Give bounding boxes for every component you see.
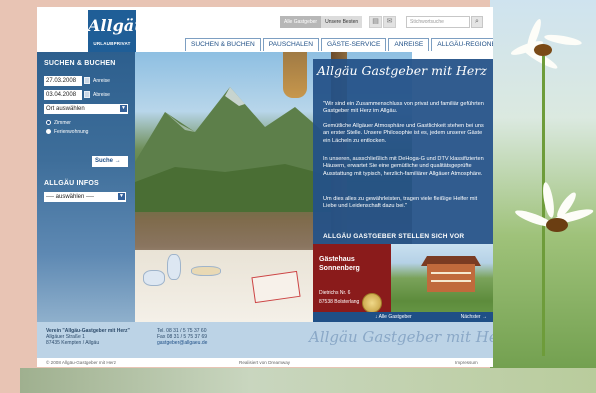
bottom-bar: © 2008 Allgäu-Gastgeber mit Herz Realisi… xyxy=(37,358,493,367)
chevron-down-icon: ▼ xyxy=(118,193,125,200)
allgaeu-logo[interactable]: Allgäu URLAUBPRIVAT xyxy=(88,10,146,52)
info-heading: ALLGÄU INFOS xyxy=(44,180,99,187)
host-pager: ↓ Alle Gastgeber Nächster → xyxy=(313,312,493,322)
footer-contact: Tel. 08 31 / 5 75 37 60 Fax 08 31 / 5 75… xyxy=(157,328,207,346)
featured-host-info: Gästehaus Sonnenberg Dietrichs Nr. 6 875… xyxy=(313,244,391,320)
balcony-row xyxy=(431,272,471,274)
panel-title: Allgäu Gastgeber mit Herz xyxy=(317,63,487,78)
intro-panel: Allgäu Gastgeber mit Herz "Wir sind ein … xyxy=(313,59,493,322)
jar-illustration xyxy=(167,254,181,280)
intro-paragraph-3: In unseren, ausschließlich mit DeHoga-G … xyxy=(323,156,484,177)
logo-subtitle: URLAUBPRIVAT xyxy=(93,41,131,46)
search-sidebar: SUCHEN & BUCHEN 27.03.2008 Anreise 03.04… xyxy=(37,52,135,322)
next-host-label: Nächster xyxy=(460,314,481,320)
chevron-down-icon: ▼ xyxy=(120,105,127,112)
bread-illustration xyxy=(191,266,221,276)
mail-icon[interactable]: ✉ xyxy=(383,16,396,28)
copyright-text: © 2008 Allgäu-Gastgeber mit Herz xyxy=(46,360,117,365)
arrival-date-input[interactable]: 27.03.2008 xyxy=(44,76,82,86)
arrow-right-icon: → xyxy=(114,158,121,164)
balcony-row xyxy=(431,280,471,282)
search-button[interactable]: Suche → xyxy=(92,156,128,167)
keyword-search-input[interactable]: Stichwortsuche xyxy=(406,16,470,28)
all-hosts-label: Alle Gastgeber xyxy=(378,314,412,320)
intro-paragraph-1: "Wir sind ein Zusammenschluss von privat… xyxy=(323,101,484,115)
radio-rooms[interactable] xyxy=(46,120,51,125)
nav-pauschalen[interactable]: PAUSCHALEN xyxy=(262,38,319,51)
arrival-label: Anreise xyxy=(93,78,110,84)
chalet-building xyxy=(427,264,475,292)
featured-host-card[interactable]: Gästehaus Sonnenberg Dietrichs Nr. 6 875… xyxy=(313,244,493,320)
hanging-lamp xyxy=(283,52,307,98)
impressum-link[interactable]: Impressum xyxy=(455,358,478,367)
info-select[interactable]: ---- auswählen ---- ▼ xyxy=(44,192,126,202)
toggle-all-hosts[interactable]: Alle Gastgeber xyxy=(280,16,322,28)
featured-host-name: Gästehaus Sonnenberg xyxy=(319,256,360,272)
search-icon[interactable]: ⌕ xyxy=(471,16,483,28)
daisy-flower-decoration-2 xyxy=(510,172,596,252)
website-frame: Allgäu URLAUBPRIVAT Alle Gastgeber Unser… xyxy=(37,7,493,367)
departure-date-input[interactable]: 03.04.2008 xyxy=(44,90,82,100)
calendar-icon[interactable] xyxy=(84,77,90,84)
place-select-value: Ort auswählen xyxy=(46,106,85,112)
realised-by-link[interactable]: Realisiert von Dreamway xyxy=(239,358,290,367)
search-heading: SUCHEN & BUCHEN xyxy=(44,60,116,67)
all-hosts-link[interactable]: ↓ Alle Gastgeber xyxy=(375,312,412,322)
search-button-label: Suche xyxy=(95,158,114,164)
daisy-flower-decoration xyxy=(500,14,590,356)
toggle-best-hosts[interactable]: Unsere Besten xyxy=(321,16,363,28)
next-host-link[interactable]: Nächster → xyxy=(461,312,487,322)
calendar-icon[interactable] xyxy=(84,91,90,98)
featured-host-photo xyxy=(391,244,493,320)
footer-script-logo: Allgäu Gastgeber mit Herz xyxy=(309,328,493,346)
info-select-value: ---- auswählen ---- xyxy=(46,194,95,200)
quality-seal-icon xyxy=(362,293,382,313)
intro-paragraph-4: Um dies alles zu gewährleisten, tragen v… xyxy=(323,196,478,210)
footer-email-link[interactable]: gastgeber@allgaeu.de xyxy=(157,340,207,346)
radio-holiday-flat-label: Ferienwohnung xyxy=(54,129,89,135)
main-navigation: SUCHEN & BUCHEN PAUSCHALEN GÄSTE-SERVICE… xyxy=(185,38,493,51)
featured-host-city: 87538 Bolsterlang xyxy=(319,299,360,305)
hosts-subheading: ALLGÄU GASTGEBER STELLEN SICH VOR xyxy=(323,233,465,240)
nav-anreise[interactable]: ANREISE xyxy=(388,38,430,51)
radio-holiday-flat[interactable] xyxy=(46,129,51,134)
site-footer: Verein "Allgäu-Gastgeber mit Herz" Allgä… xyxy=(37,322,493,358)
footer-address: Verein "Allgäu-Gastgeber mit Herz" Allgä… xyxy=(46,328,130,346)
background-grass xyxy=(20,368,596,393)
print-icon[interactable]: ▤ xyxy=(369,16,382,28)
footer-city: 87435 Kempten / Allgäu xyxy=(46,340,100,346)
nav-allgaeu-regionen[interactable]: ALLGÄU-REGIONEN xyxy=(431,38,493,51)
radio-rooms-label: Zimmer xyxy=(54,120,71,126)
cup-illustration xyxy=(143,270,165,286)
departure-label: Abreise xyxy=(93,92,110,98)
nav-gaeste-service[interactable]: GÄSTE-SERVICE xyxy=(320,38,387,51)
featured-host-street: Dietrichs Nr. 6 xyxy=(319,290,351,296)
place-select[interactable]: Ort auswählen ▼ xyxy=(44,104,128,114)
intro-paragraph-2: Gemütliche Allgäuer Atmosphäre und Gastl… xyxy=(323,123,484,144)
logo-word: Allgäu xyxy=(88,16,146,35)
host-filter-toggle: Alle Gastgeber Unsere Besten xyxy=(280,16,363,28)
nav-suchen-buchen[interactable]: SUCHEN & BUCHEN xyxy=(185,38,261,51)
